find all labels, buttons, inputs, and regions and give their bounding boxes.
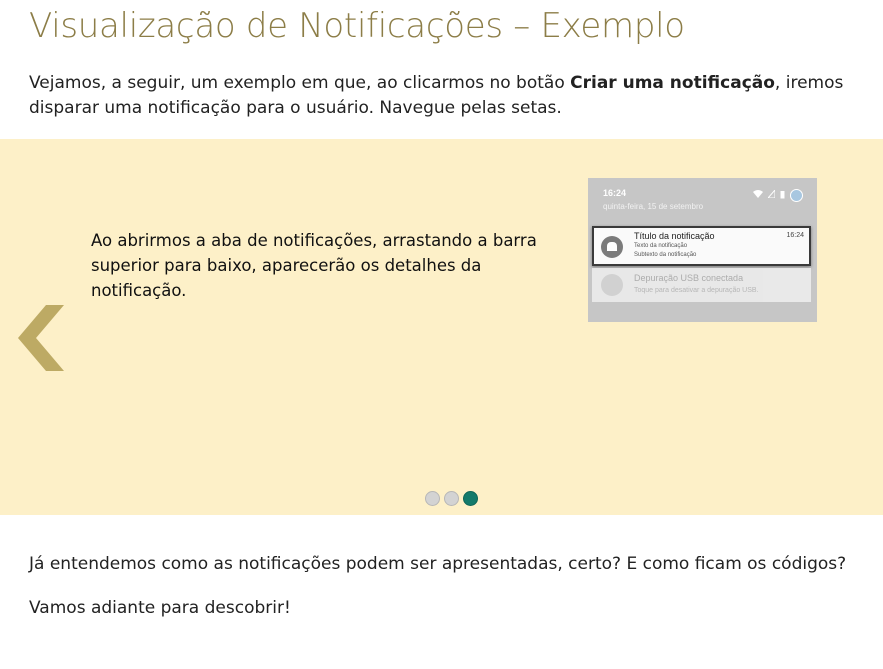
notification-time: 16:24 <box>786 232 804 239</box>
outro-paragraph-2: Vamos adiante para descobrir! <box>29 598 291 618</box>
wifi-icon <box>753 190 763 201</box>
usb-debug-title: Depuração USB conectada <box>634 273 744 283</box>
battery-icon <box>780 190 785 202</box>
notification-screenshot: 16:24 quinta-feira, 15 de setembro Títul… <box>588 178 817 322</box>
notification-title: Título da notificação <box>634 231 715 241</box>
chevron-left-icon <box>18 305 64 371</box>
bug-icon <box>601 274 623 296</box>
carousel-pagination <box>425 491 478 506</box>
notification-card: Título da notificação Texto da notificaç… <box>592 226 811 266</box>
phone-date: quinta-feira, 15 de setembro <box>603 202 704 211</box>
avatar-icon <box>790 189 803 202</box>
android-icon <box>601 236 623 258</box>
page-title: Visualização de Notificações – Exemplo <box>29 6 685 46</box>
carousel-dot-3[interactable] <box>463 491 478 506</box>
carousel: Ao abrirmos a aba de notificações, arras… <box>0 139 883 515</box>
slide-text: Ao abrirmos a aba de notificações, arras… <box>91 231 537 300</box>
previous-arrow-button[interactable] <box>18 305 68 371</box>
outro-paragraph-1: Já entendemos como as notificações podem… <box>29 554 847 574</box>
notification-subtext: Subtexto da notificação <box>634 252 697 258</box>
notification-text: Texto da notificação <box>634 243 688 249</box>
usb-debug-card: Depuração USB conectada Toque para desat… <box>592 268 811 302</box>
intro-bold-button-name: Criar uma notificação <box>570 73 775 93</box>
signal-icon <box>766 188 776 201</box>
carousel-dot-2[interactable] <box>444 491 459 506</box>
phone-status-bar <box>753 188 803 202</box>
carousel-dot-1[interactable] <box>425 491 440 506</box>
usb-debug-subtitle: Toque para desativar a depuração USB. <box>634 287 759 294</box>
phone-time: 16:24 <box>603 188 627 198</box>
intro-paragraph: Vejamos, a seguir, um exemplo em que, ao… <box>29 71 849 121</box>
intro-text-start: Vejamos, a seguir, um exemplo em que, ao… <box>29 73 571 93</box>
